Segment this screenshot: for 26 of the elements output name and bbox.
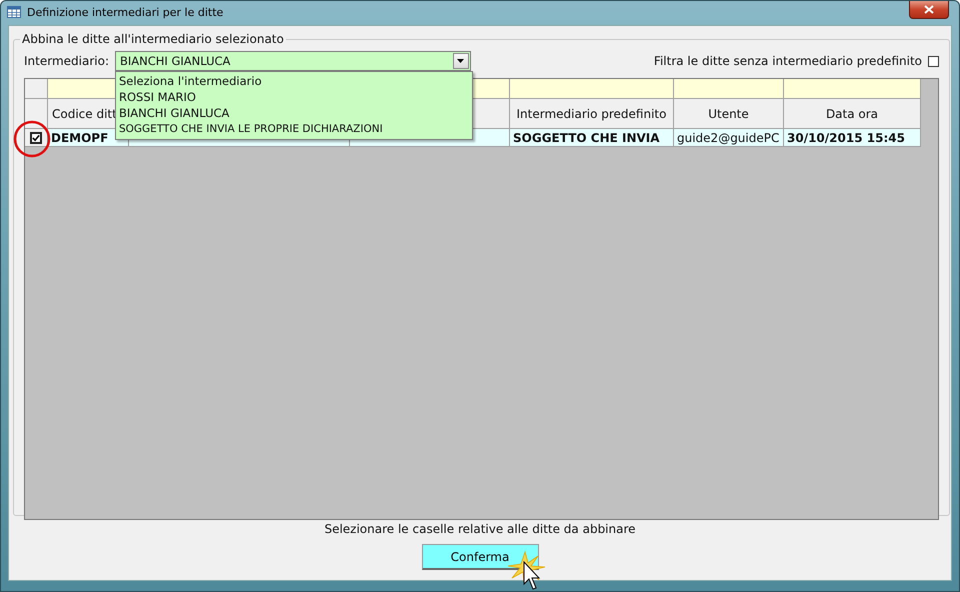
confirm-button[interactable]: Conferma [422,544,538,570]
intermediario-label: Intermediario: [24,54,109,68]
group-title: Abbina le ditte all'intermediario selezionato [21,32,285,46]
table-cell: guide2@guidePC [674,129,784,147]
dropdown-option[interactable]: Seleziona l'intermediario [116,73,472,89]
filter-checkbox[interactable] [928,56,939,66]
column-header[interactable]: Data ora [784,99,921,129]
dropdown-button[interactable] [452,53,469,69]
column-header[interactable]: Intermediario predefinito [510,99,674,129]
close-button[interactable] [909,1,949,19]
filter-cell[interactable] [510,79,674,99]
corner-cell [25,79,48,99]
close-icon [924,5,934,14]
filter-cell[interactable] [674,79,784,99]
cursor-drawing [508,550,546,590]
hint-text: Selezionare le caselle relative alle ditte da abbinare [324,522,636,536]
annotation-circle [14,120,50,158]
row-checkbox[interactable] [30,132,42,144]
caret-icon [457,59,464,63]
filter-cell[interactable] [784,79,921,99]
table-cell: 30/10/2015 15:45 [784,129,921,147]
table-icon [7,6,21,18]
filter-label: Filtra le ditte senza intermediario predefinito [654,54,922,68]
table-cell: SOGGETTO CHE INVIA [510,129,674,147]
window-title: Definizione intermediari per le ditte [27,6,224,18]
column-header[interactable]: Utente [674,99,784,129]
